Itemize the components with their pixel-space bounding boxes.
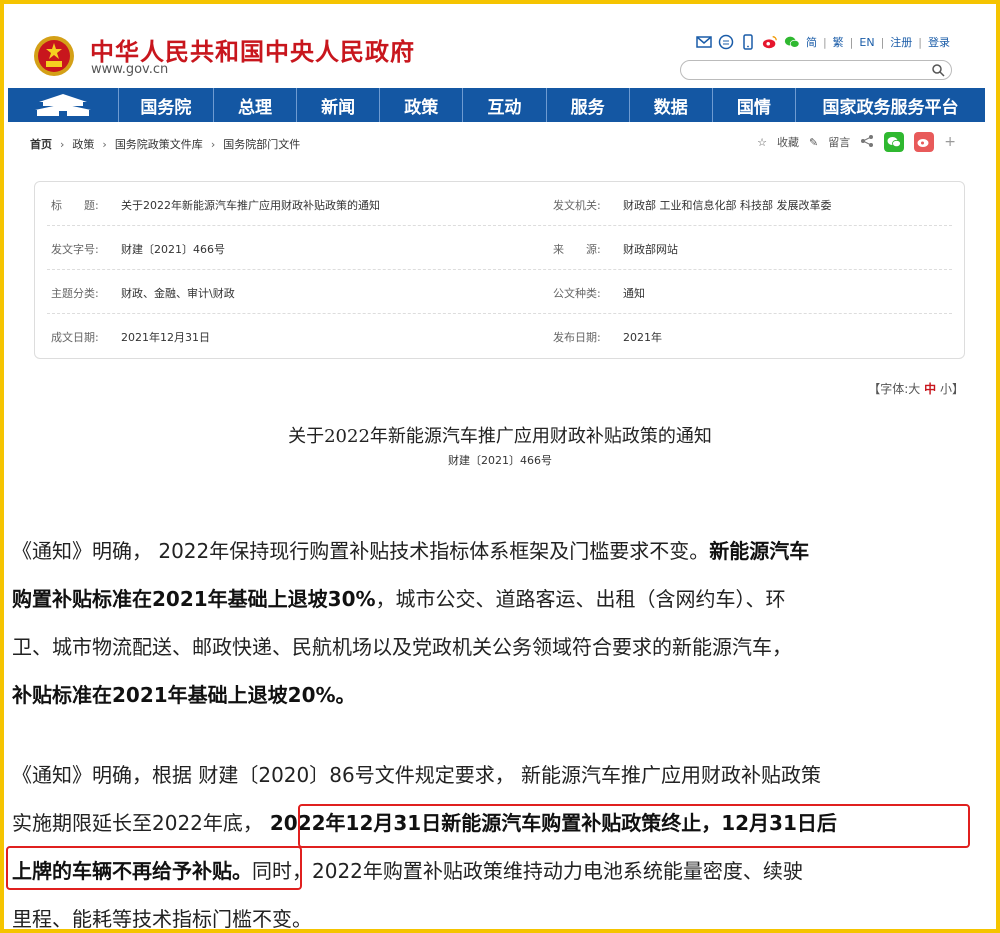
wechat-icon[interactable]	[784, 34, 800, 50]
paragraph-line: 卫、城市物流配送、邮政快递、民航机场以及党政机关公务领域符合要求的新能源汽车，	[12, 635, 792, 659]
info-row: 主题分类: 财政、金融、审计\财政 公文种类: 通知	[47, 270, 952, 314]
divider: |	[880, 35, 885, 49]
docno-label: 发文字号:	[51, 243, 99, 256]
topic-label: 主题分类:	[51, 287, 99, 300]
simplified-link[interactable]: 简	[806, 34, 817, 50]
published-date-value: 2021年	[623, 331, 662, 344]
bold-text: 新能源汽车	[709, 539, 810, 563]
mail-icon[interactable]	[696, 34, 712, 50]
type-label: 公文种类:	[553, 287, 601, 300]
breadcrumb: 首页 › 政策 › 国务院政策文件库 › 国务院部门文件	[30, 136, 300, 152]
paragraph-2: 《通知》明确，根据 财建〔2020〕86号文件规定要求， 新能源汽车推广应用财政…	[12, 751, 984, 933]
nav-item-news[interactable]: 新闻	[297, 88, 381, 122]
topic-value: 财政、金融、审计\财政	[121, 287, 235, 300]
pencil-icon[interactable]: ✎	[809, 136, 818, 149]
font-size-switcher: 【字体:大 中 小】	[868, 380, 964, 397]
nav-item-interaction[interactable]: 互动	[463, 88, 547, 122]
divider: |	[849, 35, 854, 49]
bold-text: 购置补贴标准在2021年基础上退坡30%	[12, 587, 376, 611]
breadcrumb-department-docs[interactable]: 国务院部门文件	[223, 136, 300, 152]
search-icon[interactable]	[931, 63, 945, 77]
text-span: 实施期限延长至2022年底，	[12, 811, 263, 835]
tiananmen-logo-icon[interactable]	[8, 88, 119, 122]
mobile-icon[interactable]	[740, 34, 756, 50]
paragraph-1: 《通知》明确， 2022年保持现行购置补贴技术指标体系框架及门槛要求不变。新能源…	[12, 527, 984, 719]
paragraph-line: 实施期限延长至2022年底， 2022年12月31日新能源汽车购置补贴政策终止，…	[12, 799, 984, 847]
written-date-label: 成文日期:	[51, 331, 99, 344]
issuer-label: 发文机关:	[553, 199, 601, 212]
nav-item-policy[interactable]: 政策	[380, 88, 464, 122]
english-link[interactable]: EN	[859, 36, 874, 49]
source-label: 来 源:	[553, 243, 601, 256]
paragraph-line: 《通知》明确，根据 财建〔2020〕86号文件规定要求， 新能源汽车推广应用财政…	[12, 763, 822, 787]
info-row: 成文日期: 2021年12月31日 发布日期: 2021年	[47, 314, 952, 358]
header-tools: 简 | 繁 | EN | 注册 | 登录	[696, 34, 950, 50]
chevron-right-icon: ›	[102, 137, 107, 151]
font-size-prefix: 【字体:	[868, 382, 909, 396]
type-value: 通知	[623, 287, 645, 300]
text-span: ，城市公交、道路客运、出租（含网约车）、环	[375, 587, 786, 611]
info-row: 标 题: 关于2022年新能源汽车推广应用财政补贴政策的通知 发文机关: 财政部…	[47, 182, 952, 226]
traditional-link[interactable]: 繁	[833, 34, 844, 50]
paragraph-line: 上牌的车辆不再给予补贴。同时，2022年购置补贴政策维持动力电池系统能量密度、续…	[12, 847, 984, 895]
wechat-share-icon[interactable]	[884, 132, 905, 152]
issuer-value: 财政部 工业和信息化部 科技部 发展改革委	[623, 199, 832, 212]
title-value: 关于2022年新能源汽车推广应用财政补贴政策的通知	[121, 199, 380, 212]
font-size-large[interactable]: 大	[908, 382, 920, 396]
nav-item-state-council[interactable]: 国务院	[119, 88, 214, 122]
national-emblem-icon	[34, 36, 74, 76]
favorite-button[interactable]: 收藏	[777, 134, 799, 150]
breadcrumb-policy-library[interactable]: 国务院政策文件库	[115, 136, 203, 152]
bold-text: 上牌的车辆不再给予补贴。	[12, 859, 252, 883]
share-icon[interactable]	[860, 134, 874, 151]
site-url: www.gov.cn	[91, 62, 169, 77]
info-row: 发文字号: 财建〔2021〕466号 来 源: 财政部网站	[47, 226, 952, 270]
register-link[interactable]: 注册	[890, 34, 912, 50]
docno-value: 财建〔2021〕466号	[121, 243, 225, 256]
text-span: 《通知》明确， 2022年保持现行购置补贴技术指标体系框架及门槛要求不变。	[12, 539, 710, 563]
bold-text: 2022年12月31日新能源汽车购置补贴政策终止，12月31日后	[262, 811, 837, 835]
weibo-share-icon[interactable]	[914, 132, 935, 152]
page-actions: ☆ 收藏 ✎ 留言 +	[757, 132, 956, 152]
title-label: 标 题:	[51, 199, 99, 212]
breadcrumb-home[interactable]: 首页	[30, 136, 52, 152]
nav-item-services[interactable]: 服务	[547, 88, 630, 122]
weibo-icon[interactable]	[762, 34, 778, 50]
published-date-label: 发布日期:	[553, 331, 601, 344]
feed-icon[interactable]	[718, 34, 734, 50]
chevron-right-icon: ›	[60, 137, 65, 151]
login-link[interactable]: 登录	[928, 34, 950, 50]
site-header: 中华人民共和国中央人民政府 www.gov.cn 简 | 繁 | EN | 注册…	[4, 4, 996, 86]
written-date-value: 2021年12月31日	[121, 331, 210, 344]
comment-button[interactable]: 留言	[828, 134, 850, 150]
paragraph-line: 购置补贴标准在2021年基础上退坡30%，城市公交、道路客运、出租（含网约车）、…	[12, 575, 984, 623]
source-value: 财政部网站	[623, 243, 678, 256]
plus-icon[interactable]: +	[944, 134, 956, 150]
star-icon[interactable]: ☆	[757, 136, 767, 149]
search-input[interactable]	[680, 60, 952, 80]
font-size-small[interactable]: 小	[940, 382, 952, 396]
paragraph-line: 里程、能耗等技术指标门槛不变。	[12, 907, 312, 931]
font-size-suffix: 】	[951, 382, 964, 396]
bold-text: 补贴标准在2021年基础上退坡20%。	[12, 683, 356, 707]
nav-item-premier[interactable]: 总理	[214, 88, 298, 122]
font-size-medium[interactable]: 中	[924, 382, 936, 396]
document-title: 关于2022年新能源汽车推广应用财政补贴政策的通知	[288, 426, 712, 447]
paragraph-line: 补贴标准在2021年基础上退坡20%。	[12, 671, 984, 719]
document-info-table: 标 题: 关于2022年新能源汽车推广应用财政补贴政策的通知 发文机关: 财政部…	[34, 181, 965, 359]
nav-item-data[interactable]: 数据	[630, 88, 713, 122]
document-number: 财建〔2021〕466号	[448, 454, 552, 467]
nav-item-national-info[interactable]: 国情	[713, 88, 796, 122]
divider: |	[918, 35, 922, 49]
nav-item-gov-service-platform[interactable]: 国家政务服务平台	[796, 88, 985, 122]
text-span: 同时，2022年购置补贴政策维持动力电池系统能量密度、续驶	[252, 859, 803, 883]
divider: |	[822, 35, 827, 49]
main-nav: 国务院 总理 新闻 政策 互动 服务 数据 国情 国家政务服务平台	[8, 88, 985, 122]
paragraph-line: 《通知》明确， 2022年保持现行购置补贴技术指标体系框架及门槛要求不变。新能源…	[12, 527, 984, 575]
chevron-right-icon: ›	[210, 137, 216, 151]
breadcrumb-policy[interactable]: 政策	[72, 136, 94, 152]
